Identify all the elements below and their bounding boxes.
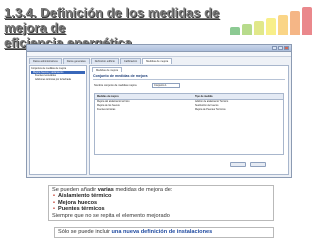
note2-prefix: Sólo se puede incluir (58, 229, 112, 235)
energy-bar-3 (254, 21, 264, 35)
energy-bar-7 (302, 7, 312, 35)
note-intro-suffix: medidas de mejora de: (113, 187, 173, 193)
close-icon[interactable] (284, 46, 289, 50)
note-intro-prefix: Se pueden añadir (52, 187, 98, 193)
application-screenshot: Datos administrativos Datos generales De… (26, 44, 292, 178)
window-controls (272, 46, 289, 50)
installations-note: Sólo se puede incluir una nueva definici… (54, 227, 274, 238)
measures-table: Medidas de mejora Tipo de medida Mejora … (94, 93, 284, 155)
bullet-item: Puentes térmicos (52, 206, 270, 213)
column-header: Tipo de medida (195, 95, 213, 98)
energy-bar-5 (278, 15, 288, 35)
energy-bar-1 (230, 27, 240, 35)
main-tabs: Datos administrativos Datos generales De… (29, 58, 289, 64)
energy-label-graphic (228, 5, 320, 35)
slide: 1.3.4. Definición de los medidas de mejo… (0, 0, 320, 240)
table-row[interactable]: Fuentes térmicas Mejora de Puentes Térmi… (95, 108, 283, 112)
window-menubar (27, 52, 291, 57)
energy-bar-2 (242, 24, 252, 35)
tab-panel-medidas[interactable]: Medidas de mejora (92, 67, 123, 72)
note2-bold: una nueva definición de instalaciones (111, 229, 213, 235)
tab-definicion-edificio[interactable]: Definición edificio (90, 58, 119, 64)
measures-tree: Conjuntos de medidas de mejora Mejora hu… (29, 65, 87, 175)
table-cell: Mejora de Puentes Térmicos (195, 108, 226, 111)
tree-item[interactable]: Adiciones térmicas por la fachada (31, 78, 85, 82)
tab-datos-generales[interactable]: Datos generales (62, 58, 90, 64)
measures-panel: Medidas de mejora Conjunto de medidas de… (89, 65, 289, 175)
set-name-input[interactable]: Conjunto 1 (152, 82, 180, 88)
add-button[interactable] (230, 162, 246, 167)
divider (93, 79, 285, 80)
minimize-icon[interactable] (272, 46, 277, 50)
note-intro-bold: varias (97, 187, 114, 193)
tab-medidas-de-mejora[interactable]: Medidas de mejora (142, 58, 173, 64)
tab-calificacion[interactable]: Calificación (119, 58, 142, 64)
window-titlebar (27, 45, 291, 52)
energy-bar-4 (266, 18, 276, 35)
panel-heading: Conjunto de medidas de mejora (93, 74, 148, 78)
note-outro: Siempre que no se repita el elemento mej… (52, 212, 170, 219)
title-line-1: 1.3.4. Definición de los medidas de mejo… (4, 5, 220, 35)
energy-bar-6 (290, 11, 300, 35)
column-header: Medidas de mejora (97, 95, 119, 98)
remove-button[interactable] (250, 162, 266, 167)
maximize-icon[interactable] (278, 46, 283, 50)
improvement-note: Se pueden añadir varias medidas de mejor… (48, 185, 274, 221)
table-cell: Fuentes térmicas (97, 108, 116, 111)
panel-tabs: Medidas de mejora (92, 67, 123, 72)
set-name-label: Nombre conjunto de medidas mejora (94, 84, 137, 87)
tab-datos-administrativos[interactable]: Datos administrativos (29, 58, 62, 64)
